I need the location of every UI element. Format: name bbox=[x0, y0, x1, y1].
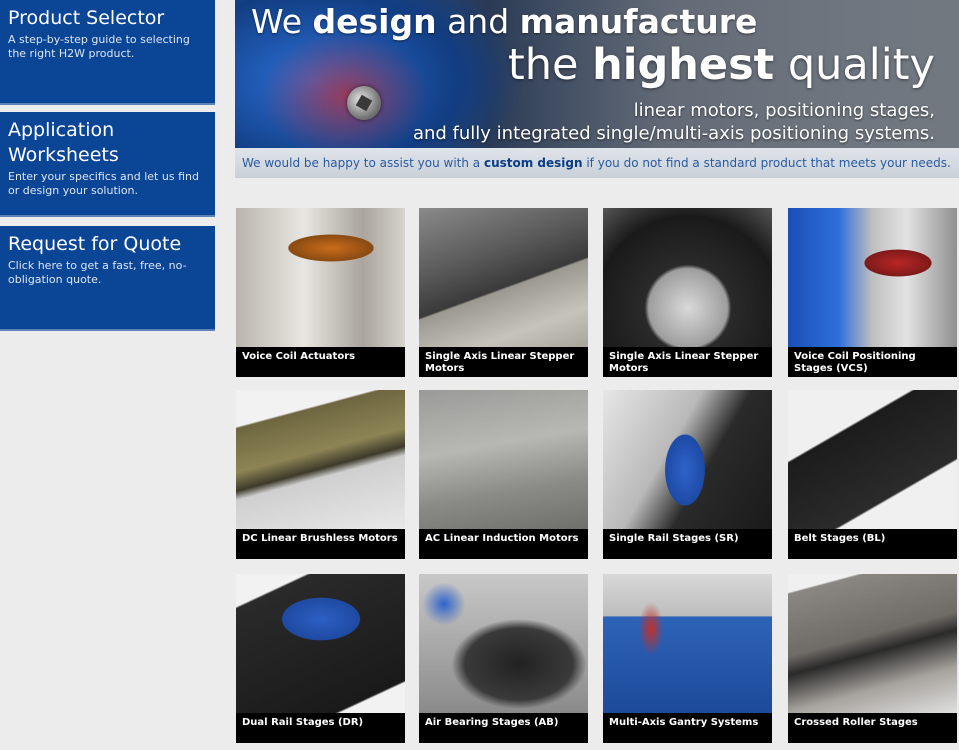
banner-headline-2: the highest quality bbox=[508, 40, 935, 90]
product-label: Dual Rail Stages (DR) bbox=[236, 713, 405, 743]
banner-screw-image bbox=[347, 86, 381, 120]
product-label: AC Linear Induction Motors bbox=[419, 529, 588, 559]
linear-stepper-disc-photo bbox=[603, 208, 772, 347]
voice-coil-stage-photo bbox=[788, 208, 957, 347]
banner-subline-1: linear motors, positioning stages, bbox=[633, 100, 935, 121]
product-tile-linear-stepper-1[interactable]: Single Axis Linear Stepper Motors bbox=[419, 208, 588, 377]
product-label: Single Axis Linear Stepper Motors bbox=[603, 347, 772, 377]
application-worksheets-title: Application Worksheets bbox=[8, 119, 119, 166]
product-tile-dc-linear-brushless[interactable]: DC Linear Brushless Motors bbox=[236, 390, 405, 559]
product-label: Single Axis Linear Stepper Motors bbox=[419, 347, 588, 377]
custom-design-strip: We would be happy to assist you with a c… bbox=[235, 148, 959, 178]
strip-text-c: if you do not find a standard product th… bbox=[582, 156, 951, 170]
product-tile-single-rail-stages[interactable]: Single Rail Stages (SR) bbox=[603, 390, 772, 559]
gantry-photo bbox=[603, 574, 772, 713]
air-bearing-photo bbox=[419, 574, 588, 713]
product-selector-desc: A step-by-step guide to selecting the ri… bbox=[8, 33, 190, 60]
product-tile-ac-linear-induction[interactable]: AC Linear Induction Motors bbox=[419, 390, 588, 559]
sidebar-panel-product-selector[interactable]: Product Selector A step-by-step guide to… bbox=[0, 0, 215, 105]
product-tile-belt-stages[interactable]: Belt Stages (BL) bbox=[788, 390, 957, 559]
banner-subline-2: and fully integrated single/multi-axis p… bbox=[412, 123, 935, 144]
product-label: Voice Coil Actuators bbox=[236, 347, 405, 377]
product-tile-voice-coil-stages[interactable]: Voice Coil Positioning Stages (VCS) bbox=[788, 208, 957, 377]
banner-headline-1: We design and manufacture bbox=[251, 2, 757, 41]
custom-design-link[interactable]: custom design bbox=[484, 156, 583, 170]
strip-text-a: We would be happy to assist you with a bbox=[242, 156, 484, 170]
product-tile-dual-rail-stages[interactable]: Dual Rail Stages (DR) bbox=[236, 574, 405, 743]
headline-we: We bbox=[251, 2, 313, 41]
crossed-roller-photo bbox=[788, 574, 957, 713]
product-tile-multi-axis-gantry[interactable]: Multi-Axis Gantry Systems bbox=[603, 574, 772, 743]
headline-the: the bbox=[507, 40, 593, 90]
product-label: Multi-Axis Gantry Systems bbox=[603, 713, 772, 743]
product-label: Voice Coil Positioning Stages (VCS) bbox=[788, 347, 957, 377]
headline-highest: highest bbox=[592, 40, 775, 90]
product-tile-crossed-roller-stages[interactable]: Crossed Roller Stages bbox=[788, 574, 957, 743]
headline-and: and bbox=[436, 2, 520, 41]
linear-stepper-photo bbox=[419, 208, 588, 347]
request-quote-desc: Click here to get a fast, free, no-oblig… bbox=[8, 259, 187, 286]
product-tile-air-bearing-stages[interactable]: Air Bearing Stages (AB) bbox=[419, 574, 588, 743]
product-tile-voice-coil-actuators[interactable]: Voice Coil Actuators bbox=[236, 208, 405, 377]
headline-quality: quality bbox=[774, 40, 935, 90]
headline-design: design bbox=[312, 2, 437, 41]
product-label: Air Bearing Stages (AB) bbox=[419, 713, 588, 743]
voice-coil-actuator-photo bbox=[236, 208, 405, 347]
hero-banner: We design and manufacture the highest qu… bbox=[235, 0, 959, 178]
product-tile-linear-stepper-2[interactable]: Single Axis Linear Stepper Motors bbox=[603, 208, 772, 377]
request-quote-title: Request for Quote bbox=[8, 233, 182, 255]
dc-brushless-photo bbox=[236, 390, 405, 529]
sidebar-panel-request-quote[interactable]: Request for Quote Click here to get a fa… bbox=[0, 226, 215, 331]
product-label: Crossed Roller Stages bbox=[788, 713, 957, 743]
application-worksheets-desc: Enter your specifics and let us find or … bbox=[8, 170, 199, 197]
single-rail-photo bbox=[603, 390, 772, 529]
belt-stage-photo bbox=[788, 390, 957, 529]
product-label: Single Rail Stages (SR) bbox=[603, 529, 772, 559]
headline-manufacture: manufacture bbox=[519, 2, 758, 41]
product-selector-title: Product Selector bbox=[8, 7, 165, 29]
product-label: Belt Stages (BL) bbox=[788, 529, 957, 559]
sidebar-panel-application-worksheets[interactable]: Application Worksheets Enter your specif… bbox=[0, 112, 215, 217]
dual-rail-photo bbox=[236, 574, 405, 713]
product-label: DC Linear Brushless Motors bbox=[236, 529, 405, 559]
ac-induction-photo bbox=[419, 390, 588, 529]
